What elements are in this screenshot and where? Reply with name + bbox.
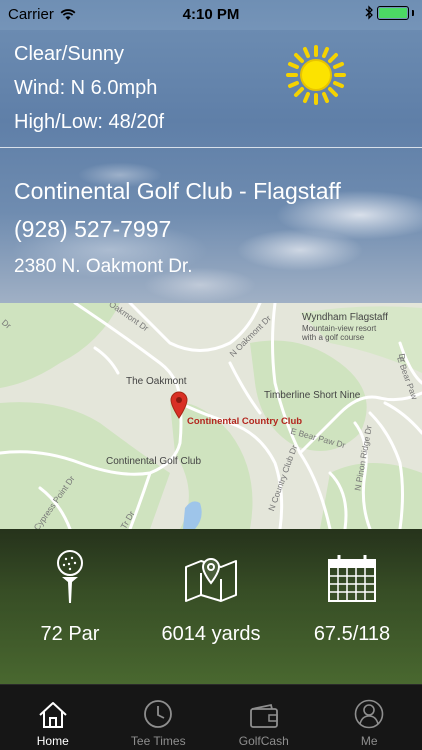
weather-wind: Wind: N 6.0mph <box>14 77 158 99</box>
map-label-timberline: Timberline Short Nine <box>264 390 361 401</box>
map-label-continental-country-club: Continental Country Club <box>187 416 303 427</box>
tab-me-label: Me <box>360 734 378 748</box>
battery-icon <box>377 5 409 20</box>
stat-par: 72 Par <box>0 547 140 646</box>
tab-home[interactable]: Home <box>0 685 106 750</box>
map-pin-icon[interactable] <box>170 391 188 419</box>
golf-ball-tee-icon <box>57 550 83 603</box>
map-label-wyndham-sub1: Mountain-view resort <box>302 324 377 333</box>
map-location-icon <box>185 558 237 602</box>
calendar-icon <box>328 555 376 602</box>
course-map[interactable]: Oakmont Dr N Oakmont Dr Dr Wyndham Flags… <box>0 303 422 529</box>
tab-golfcash[interactable]: GolfCash <box>211 685 317 750</box>
battery-cap <box>412 9 414 16</box>
tab-tee-times-label: Tee Times <box>130 734 186 748</box>
yards-value: 6014 yards <box>161 623 261 645</box>
stat-yards: 6014 yards <box>141 547 281 646</box>
clock-icon <box>144 700 173 728</box>
map-label-wyndham: Wyndham Flagstaff <box>302 312 388 323</box>
map-label-continental-golf-club: Continental Golf Club <box>106 456 202 467</box>
bluetooth-icon <box>365 5 373 20</box>
tab-me[interactable]: Me <box>317 685 422 750</box>
home-icon <box>39 702 67 728</box>
header-divider <box>0 147 422 148</box>
course-stats: 72 Par 6014 yards 67.5/118 <box>0 529 422 684</box>
course-name: Continental Golf Club - Flagstaff <box>14 178 341 204</box>
tab-tee-times[interactable]: Tee Times <box>106 685 212 750</box>
weather-condition: Clear/Sunny <box>14 43 125 65</box>
status-bar: Carrier 4:10 PM <box>0 0 422 30</box>
course-address[interactable]: 2380 N. Oakmont Dr. <box>14 249 341 285</box>
status-time: 4:10 PM <box>182 6 240 23</box>
map-label-wyndham-sub2: with a golf course <box>302 333 365 342</box>
course-header: Clear/Sunny Wind: N 6.0mph High/Low: 48/… <box>0 0 422 303</box>
weather-panel: Clear/Sunny Wind: N 6.0mph High/Low: 48/… <box>14 37 164 139</box>
sun-icon <box>286 45 346 105</box>
weather-high-low: High/Low: 48/20f <box>14 111 165 133</box>
tab-golfcash-label: GolfCash <box>238 734 289 748</box>
person-icon <box>354 699 384 729</box>
tab-home-label: Home <box>36 734 69 748</box>
rating-slope-value: 67.5/118 <box>313 623 391 645</box>
map-label-the-oakmont: The Oakmont <box>126 376 187 387</box>
app-screen: Clear/Sunny Wind: N 6.0mph High/Low: 48/… <box>0 0 422 750</box>
par-value: 72 Par <box>40 623 100 645</box>
map-label-dr-right: Dr <box>396 352 409 364</box>
stat-rating: 67.5/118 <box>282 547 422 646</box>
course-info: Continental Golf Club - Flagstaff (928) … <box>14 173 341 285</box>
course-phone[interactable]: (928) 527-7997 <box>14 209 341 249</box>
tab-bar: Home Tee Times GolfCash Me <box>0 684 422 750</box>
wallet-icon <box>249 703 278 728</box>
